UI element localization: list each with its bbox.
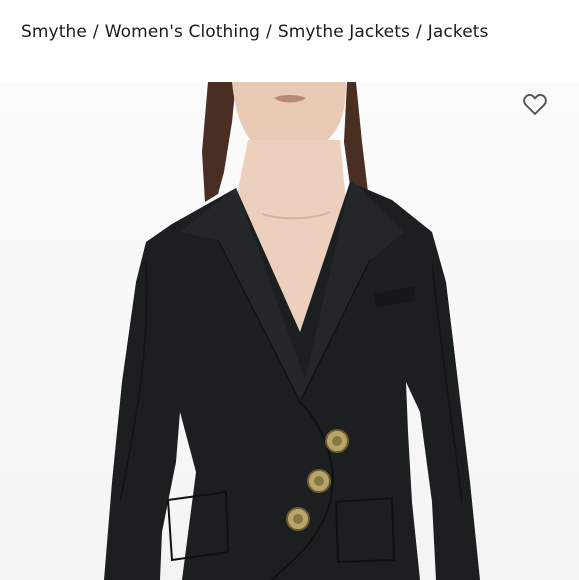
breadcrumb-separator: / [92, 22, 99, 42]
breadcrumb-separator: / [266, 22, 272, 42]
hair [202, 82, 236, 202]
favorite-button[interactable] [521, 90, 549, 118]
jacket-button [286, 507, 310, 531]
breadcrumb: Smythe / Women's Clothing / Smythe Jackets / J… [21, 22, 489, 42]
breadcrumb-brand[interactable]: Smythe [21, 22, 87, 42]
breadcrumb-separator: / [415, 22, 422, 42]
hair [344, 82, 368, 200]
breadcrumb-jackets[interactable]: Jackets [428, 22, 489, 42]
breadcrumb-womens-clothing[interactable]: Women's Clothing [105, 22, 260, 42]
breadcrumb-brand-jackets[interactable]: Smythe Jackets [278, 22, 410, 42]
product-image[interactable] [0, 82, 579, 580]
product-photo [104, 82, 480, 580]
jacket-button [307, 469, 331, 493]
heart-outline-icon [523, 93, 547, 116]
jacket-button [325, 429, 349, 453]
